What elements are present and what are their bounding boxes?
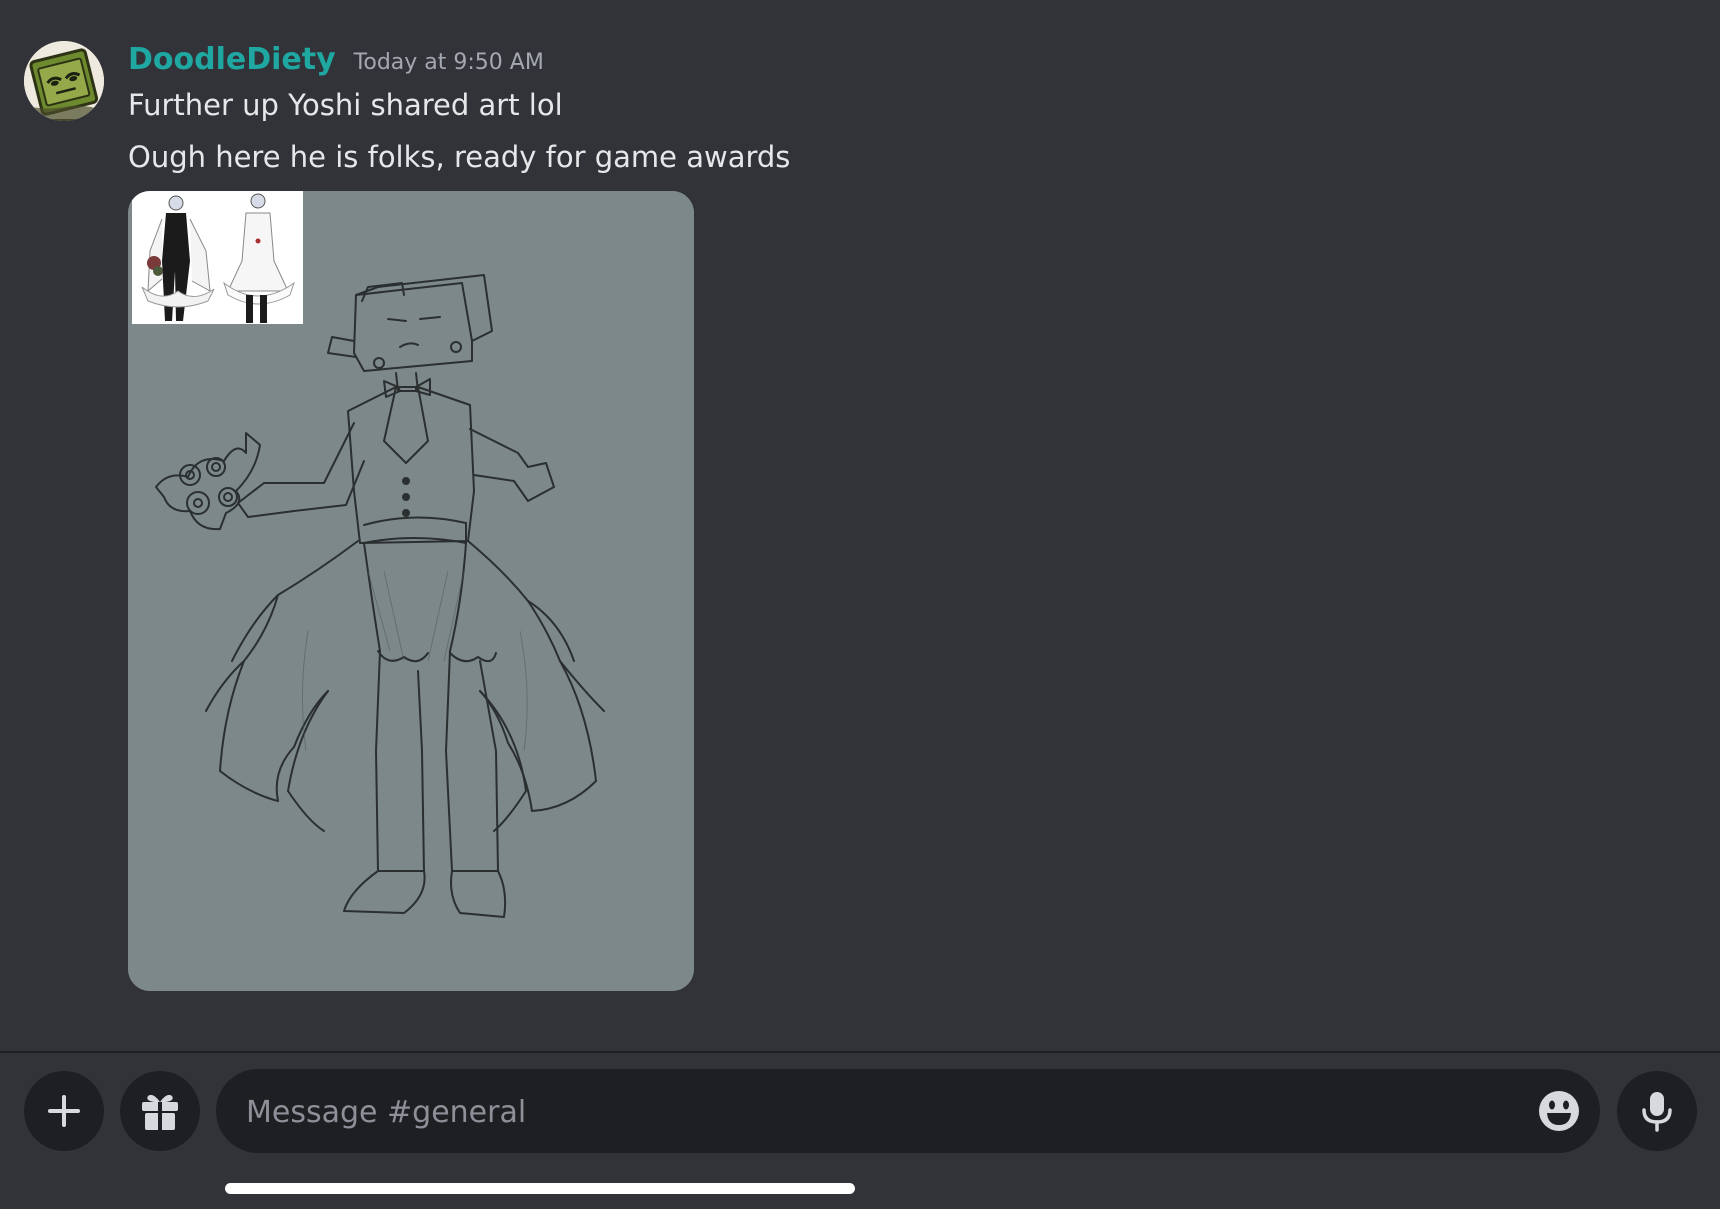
composer-divider — [0, 1051, 1720, 1053]
avatar[interactable] — [24, 41, 104, 121]
username[interactable]: DoodleDiety — [128, 42, 336, 77]
emoji-button[interactable] — [1536, 1088, 1582, 1134]
message-input[interactable] — [244, 1069, 1508, 1155]
sketch-image — [128, 191, 694, 991]
chat-screen: DoodleDiety Today at 9:50 AM Further up … — [0, 0, 1720, 1209]
reference-thumbnail — [132, 191, 303, 324]
message-text: Further up Yoshi shared art lol — [128, 88, 563, 122]
timestamp: Today at 9:50 AM — [353, 50, 544, 75]
message-header: DoodleDiety Today at 9:50 AM — [128, 42, 544, 77]
home-indicator[interactable] — [225, 1183, 855, 1194]
message-composer[interactable] — [216, 1069, 1600, 1155]
microphone-icon — [1642, 1092, 1672, 1132]
gift-icon — [142, 1094, 178, 1130]
gift-button[interactable] — [120, 1071, 200, 1151]
emoji-icon — [1539, 1091, 1579, 1131]
message-text: Ough here he is folks, ready for game aw… — [128, 140, 791, 174]
avatar-image — [24, 41, 104, 121]
plus-icon — [48, 1095, 80, 1127]
voice-button[interactable] — [1617, 1071, 1697, 1151]
image-attachment[interactable] — [128, 191, 694, 991]
attach-button[interactable] — [24, 1071, 104, 1151]
